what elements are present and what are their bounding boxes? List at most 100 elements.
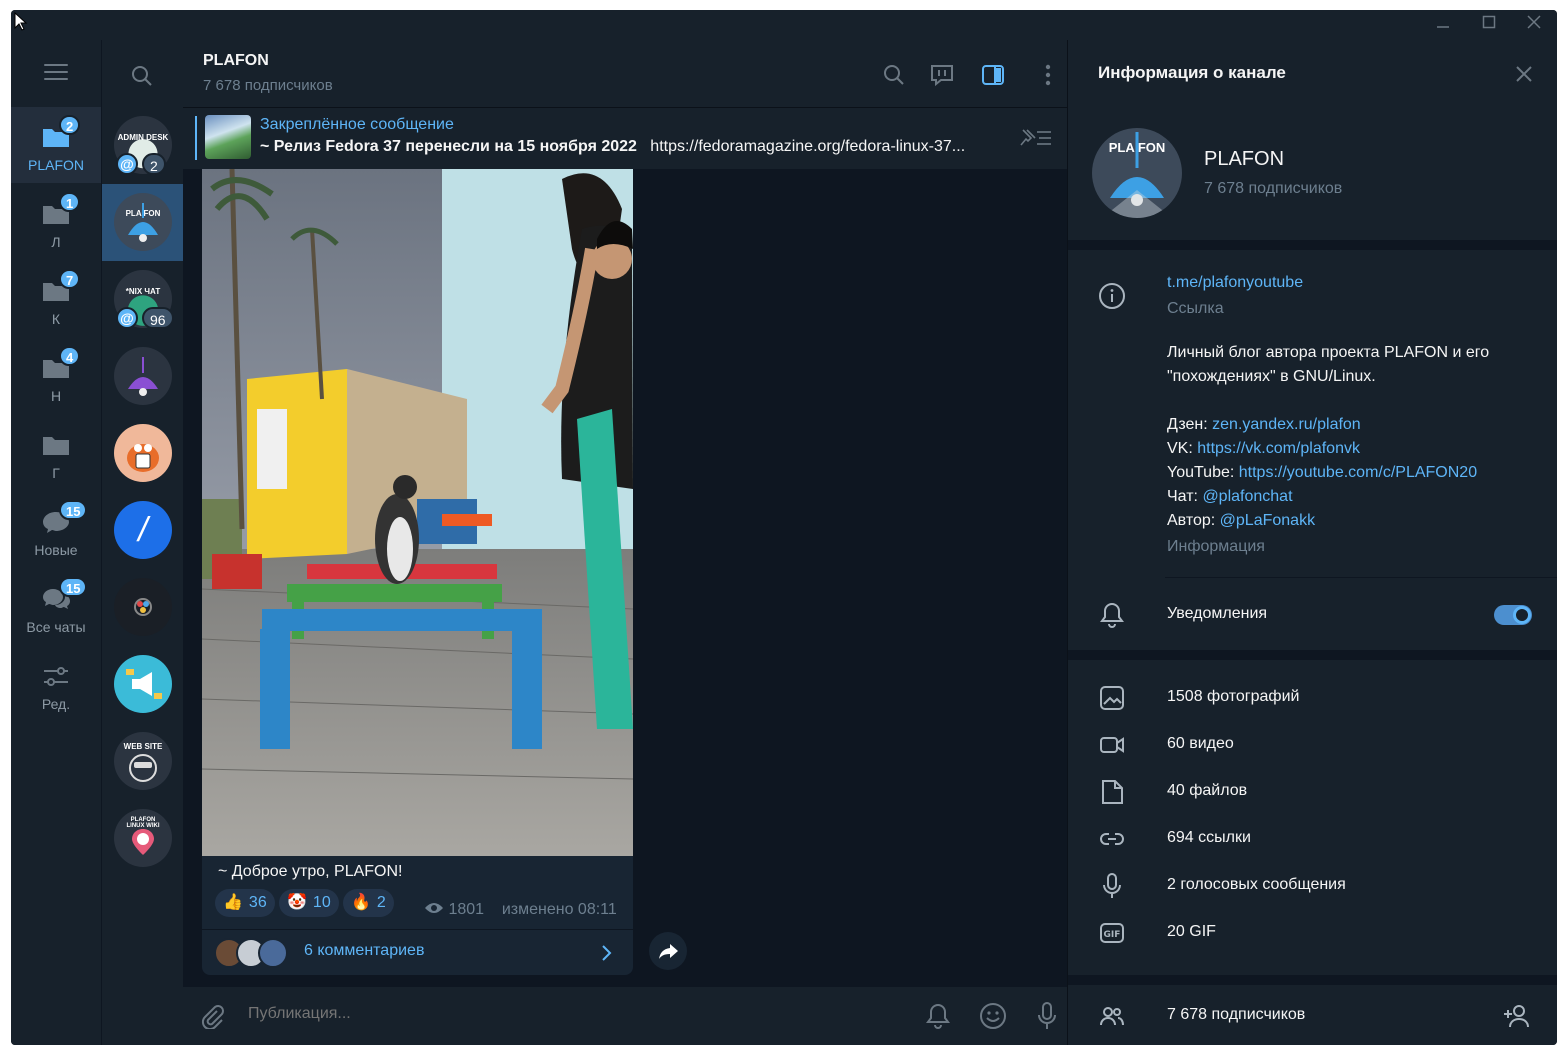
maximize-icon[interactable]: [1477, 13, 1501, 37]
reaction-emoji: 🤡: [287, 894, 307, 911]
unread-badge: 96: [142, 307, 174, 329]
avatar: [114, 347, 172, 405]
media-label: 20 GIF: [1167, 923, 1216, 940]
folder-plafon[interactable]: 2 PLAFON: [11, 107, 101, 183]
chat-item-plafon-wiki[interactable]: PLAFON LINUX WIKI: [102, 800, 184, 877]
link-icon: [1098, 825, 1126, 853]
folder-label: Новые: [34, 542, 78, 558]
search-icon[interactable]: [130, 64, 154, 88]
comments-button[interactable]: 6 комментариев: [202, 929, 633, 975]
chat-item-plafon-purple[interactable]: [102, 338, 184, 415]
folder-edit[interactable]: Ред.: [11, 646, 101, 722]
channel-avatar[interactable]: PLA FON: [1092, 128, 1182, 218]
reaction-fire[interactable]: 🔥 2: [343, 889, 394, 917]
vk-link[interactable]: https://vk.com/plafonvk: [1197, 440, 1360, 457]
telegram-window: 2 PLAFON 1 Л 7 К 4 Н Г 15 Новые 15 Все ч…: [11, 10, 1557, 1045]
file-icon: [1098, 778, 1126, 806]
pin-list-icon[interactable]: [1017, 126, 1053, 150]
close-icon[interactable]: [1514, 64, 1534, 84]
avatar: PLA FON: [114, 193, 172, 251]
pinned-message[interactable]: Закреплённое сообщение ~ Релиз Fedora 37…: [183, 108, 1067, 169]
youtube-label: YouTube:: [1167, 464, 1239, 481]
folder-g[interactable]: Г: [11, 415, 101, 491]
messages-area: ~ Доброе утро, PLAFON! 👍 36 🤡 10 🔥 2 180…: [183, 169, 1067, 985]
folder-label: Все чаты: [26, 619, 86, 635]
folder-all-chats[interactable]: 15 Все чаты: [11, 569, 101, 645]
chat-list: ADMIN DESK @ 2 PLA FON *NIX ЧАТ @ 96 / W…: [101, 40, 184, 1045]
eye-icon: [425, 903, 443, 913]
attach-icon[interactable]: [199, 1003, 225, 1031]
folder-badge: 1: [59, 192, 81, 212]
users-icon: [1098, 1002, 1126, 1030]
chat-line: Чат: @plafonchat: [1167, 488, 1293, 506]
forward-button[interactable]: [649, 932, 687, 970]
folder-l[interactable]: 1 Л: [11, 184, 101, 260]
folder-k[interactable]: 7 К: [11, 261, 101, 337]
avatar-text: PLA FON: [1108, 140, 1166, 155]
media-row-links[interactable]: 694 ссылки: [1068, 817, 1557, 861]
folder-label: PLAFON: [27, 157, 84, 173]
media-row-videos[interactable]: 60 видео: [1068, 723, 1557, 767]
message-input[interactable]: [248, 1005, 848, 1023]
chat-item-plafon[interactable]: PLA FON: [102, 184, 184, 261]
notifications-toggle[interactable]: [1494, 605, 1532, 625]
folder-label: Н: [50, 388, 62, 404]
media-label: 1508 фотографий: [1167, 688, 1300, 705]
notifications-row[interactable]: Уведомления: [1068, 590, 1557, 640]
author-link[interactable]: @pLaFonakk: [1220, 512, 1315, 529]
minimize-icon[interactable]: [1431, 13, 1455, 37]
youtube-link[interactable]: https://youtube.com/c/PLAFON20: [1239, 464, 1477, 481]
chat-item-nix-chat[interactable]: *NIX ЧАТ @ 96: [102, 261, 184, 338]
channel-link[interactable]: t.me/plafonyoutube: [1167, 274, 1303, 292]
chat-item-davinci[interactable]: [102, 569, 184, 646]
search-icon[interactable]: [881, 62, 907, 88]
folder-n[interactable]: 4 Н: [11, 338, 101, 414]
vk-label: VK:: [1167, 440, 1198, 457]
chat-item-admin-desk[interactable]: ADMIN DESK @ 2: [102, 107, 184, 184]
avatar: [114, 655, 172, 713]
folder-new[interactable]: 15 Новые: [11, 492, 101, 568]
reaction-emoji: 👍: [223, 894, 243, 911]
chevron-right-icon: [602, 945, 612, 961]
chat-title[interactable]: PLAFON: [203, 52, 269, 70]
reaction-thumbs-up[interactable]: 👍 36: [215, 889, 275, 917]
media-row-gif[interactable]: GIF 20 GIF: [1068, 911, 1557, 955]
folder-label: К: [51, 311, 61, 327]
dzen-link[interactable]: zen.yandex.ru/plafon: [1212, 416, 1361, 433]
pinned-text-link: https://fedoramagazine.org/fedora-linux-…: [650, 138, 966, 155]
description-line: "похождениях" в GNU/Linux.: [1167, 368, 1376, 385]
reaction-clown[interactable]: 🤡 10: [279, 889, 339, 917]
emoji-icon[interactable]: [979, 1002, 1007, 1030]
chat-item-slash[interactable]: /: [102, 492, 184, 569]
chat-item-mascot[interactable]: [102, 415, 184, 492]
sidebar-toggle-icon[interactable]: [980, 62, 1006, 88]
discussion-icon[interactable]: [929, 62, 955, 88]
message-photo[interactable]: [202, 169, 633, 856]
microphone-icon[interactable]: [1035, 1001, 1059, 1031]
folder-label: Г: [52, 465, 60, 481]
pinned-text: ~ Релиз Fedora 37 перенесли на 15 ноября…: [260, 138, 1020, 156]
sliders-icon: [44, 667, 68, 686]
chat-item-web-site[interactable]: WEB SITE: [102, 723, 184, 800]
chat-item-megaphone[interactable]: [102, 646, 184, 723]
add-user-icon[interactable]: [1502, 1002, 1532, 1030]
hamburger-menu-icon[interactable]: [44, 64, 68, 82]
channel-subscribers: 7 678 подписчиков: [1204, 180, 1343, 197]
avatar-text: ADMIN DESK: [117, 133, 169, 142]
reaction-count: 36: [248, 894, 267, 911]
author-label: Автор:: [1167, 512, 1220, 529]
subscribers-row[interactable]: 7 678 подписчиков: [1068, 994, 1557, 1038]
avatar-text: PLAFON LINUX WIKI: [126, 817, 160, 829]
media-row-files[interactable]: 40 файлов: [1068, 770, 1557, 814]
folder-badge: 2: [59, 115, 81, 135]
media-row-photos[interactable]: 1508 фотографий: [1068, 676, 1557, 720]
pinned-text-bold: ~ Релиз Fedora 37 перенесли на 15 ноября…: [260, 138, 637, 155]
media-row-voice[interactable]: 2 голосовых сообщения: [1068, 864, 1557, 908]
close-window-icon[interactable]: [1522, 13, 1546, 37]
message-caption: ~ Доброе утро, PLAFON!: [218, 863, 403, 880]
bell-icon[interactable]: [925, 1002, 951, 1030]
avatar: [114, 424, 172, 482]
more-icon[interactable]: [1035, 62, 1061, 88]
message-bubble[interactable]: ~ Доброе утро, PLAFON! 👍 36 🤡 10 🔥 2 180…: [202, 169, 633, 975]
chat-link[interactable]: @plafonchat: [1202, 488, 1292, 505]
